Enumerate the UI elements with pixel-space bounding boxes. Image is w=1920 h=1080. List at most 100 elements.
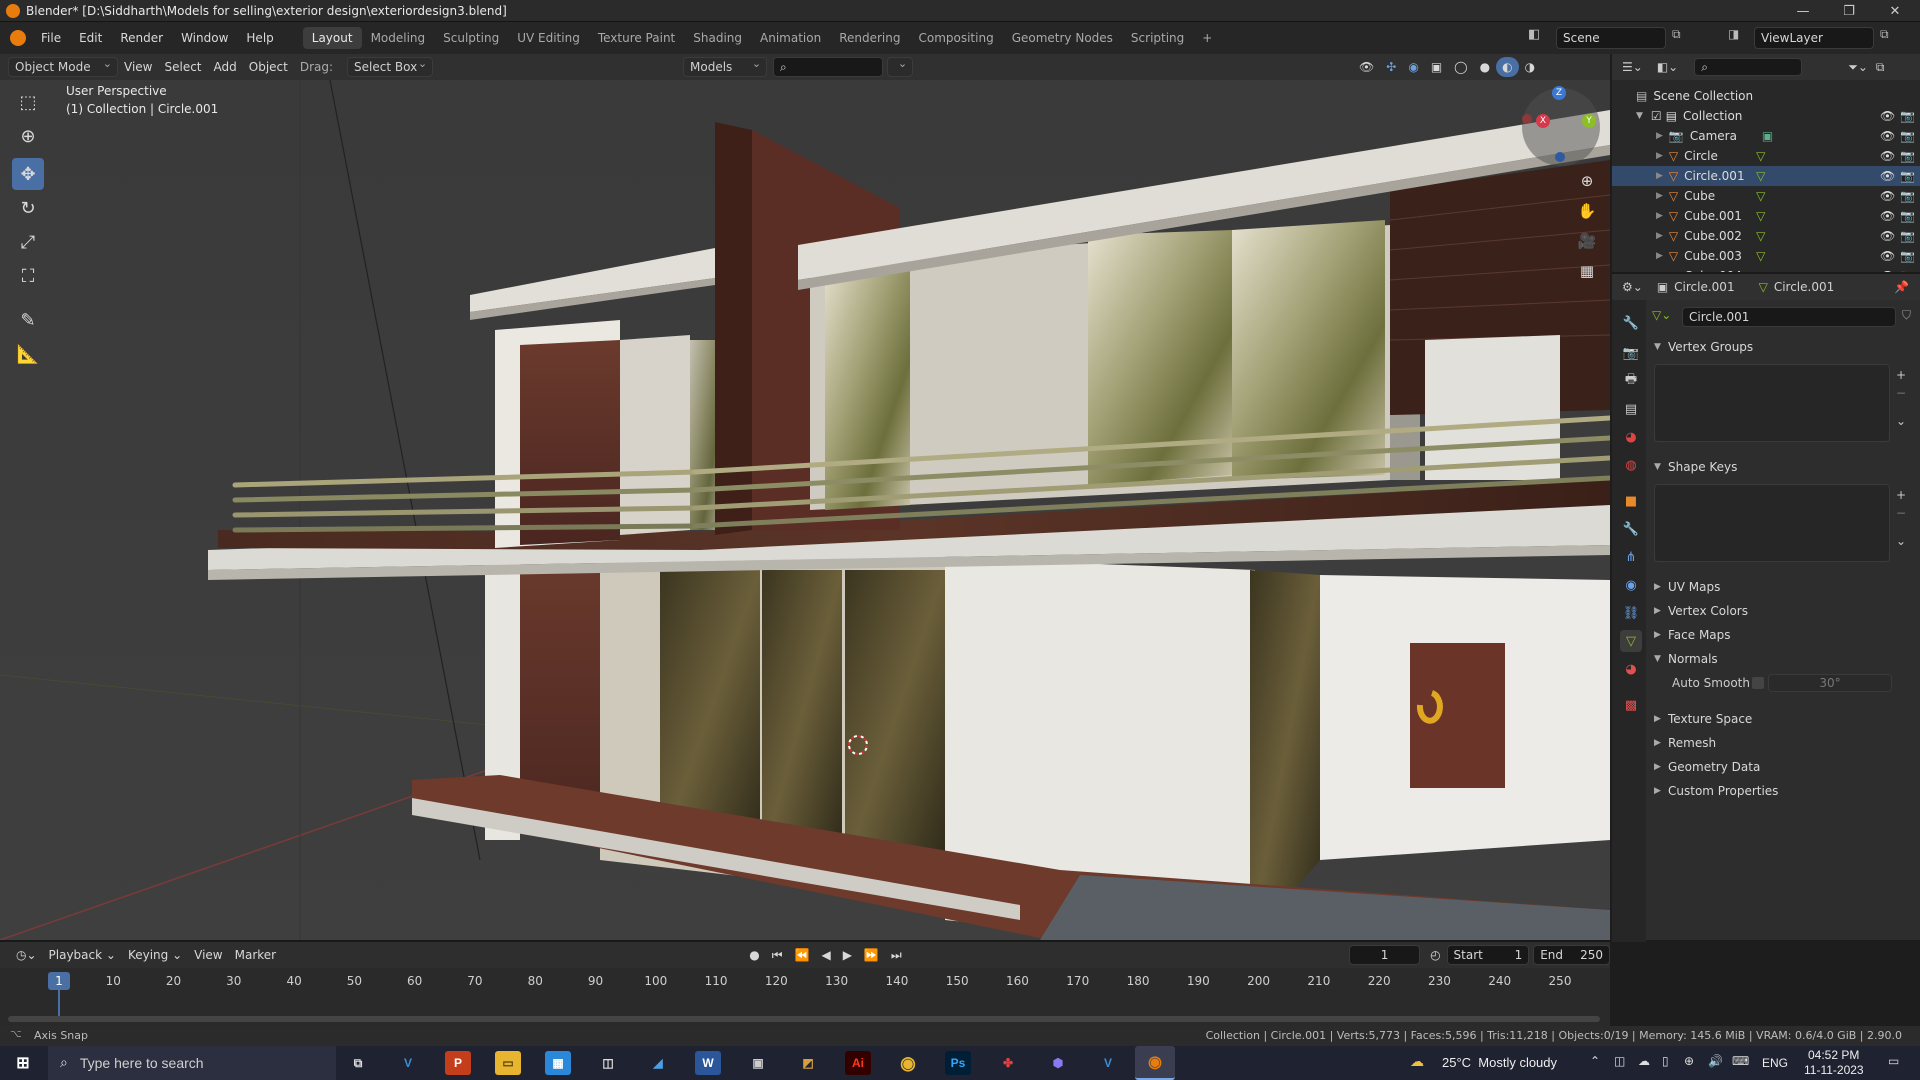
app-hex-icon[interactable]: ⬢	[1045, 1051, 1071, 1075]
weather-text[interactable]: 25°C Mostly cloudy	[1442, 1055, 1557, 1070]
panel-face-maps[interactable]: ▶ Face Maps	[1648, 624, 1920, 646]
mesh-name-field[interactable]: Circle.001	[1682, 307, 1896, 327]
tab-sculpting[interactable]: Sculpting	[434, 27, 508, 49]
app-window-icon[interactable]: ▣	[745, 1051, 771, 1075]
panel-normals[interactable]: ▼ Normals	[1648, 648, 1920, 670]
menu-view[interactable]: View	[118, 57, 158, 77]
panel-texture-space[interactable]: ▶ Texture Space	[1648, 708, 1920, 730]
shape-keys-list[interactable]	[1654, 484, 1890, 562]
clock-time[interactable]: 04:52 PM	[1808, 1048, 1859, 1062]
outliner-item[interactable]: ▶ ▽ Circle ▽ 👁 📷	[1612, 146, 1920, 166]
tab-uv-editing[interactable]: UV Editing	[508, 27, 589, 49]
app-pin-icon[interactable]: ✤	[995, 1051, 1021, 1075]
notifications-icon[interactable]: ▭	[1888, 1054, 1899, 1068]
tool-tab-icon[interactable]: 🔧	[1620, 312, 1642, 334]
tray-chevron-icon[interactable]: ⌃	[1590, 1054, 1600, 1068]
timeline-scrollbar[interactable]	[8, 1016, 1600, 1022]
tab-animation[interactable]: Animation	[751, 27, 830, 49]
move-tool[interactable]: ✥	[12, 158, 44, 190]
gizmo-y-axis[interactable]: Y	[1582, 114, 1596, 128]
blender-menu-icon[interactable]	[10, 30, 26, 46]
windows-start-icon[interactable]: ⊞	[10, 1051, 36, 1075]
add-vertex-group-icon[interactable]: +	[1896, 368, 1906, 382]
close-button[interactable]: ✕	[1872, 0, 1918, 22]
new-collection-icon[interactable]: ⧉	[1876, 60, 1885, 75]
render-camera-icon[interactable]: 📷	[1900, 209, 1915, 223]
maximize-button[interactable]: ❐	[1826, 0, 1872, 22]
expand-arrow-icon[interactable]: ▶	[1656, 171, 1663, 181]
remove-vertex-group-icon[interactable]: −	[1896, 386, 1906, 400]
camera-data-icon[interactable]: ▣	[1762, 129, 1773, 143]
outliner-item[interactable]: ▶ ▽ Cube ▽ 👁 📷	[1612, 186, 1920, 206]
powerpoint-icon[interactable]: P	[445, 1051, 471, 1075]
expand-arrow-icon[interactable]: ▶	[1656, 151, 1663, 161]
overlay-toggle-icon[interactable]: ◉	[1402, 57, 1424, 77]
mesh-data-icon[interactable]: ▽	[1756, 169, 1765, 183]
menu-marker[interactable]: Marker	[229, 945, 282, 965]
collection-row[interactable]: ▼ ☑ ▤ Collection 👁 📷	[1612, 106, 1920, 126]
tab-geometry-nodes[interactable]: Geometry Nodes	[1003, 27, 1122, 49]
render-camera-icon[interactable]: 📷	[1900, 189, 1915, 203]
onedrive-icon[interactable]: ☁	[1638, 1054, 1650, 1068]
render-camera-icon[interactable]: 📷	[1900, 229, 1915, 243]
store-icon[interactable]: ◫	[595, 1051, 621, 1075]
render-camera-icon[interactable]: 📷	[1900, 129, 1915, 143]
display-mode-icon[interactable]: ◧⌄	[1657, 60, 1678, 74]
visibility-eye-icon[interactable]: 👁	[1880, 169, 1895, 183]
auto-smooth-angle-field[interactable]: 30°	[1768, 674, 1892, 692]
render-camera-icon[interactable]: 📷	[1900, 109, 1915, 123]
physics-tab-icon[interactable]: ◉	[1620, 574, 1642, 596]
cursor-tool[interactable]: ⊕	[12, 120, 44, 152]
rotate-tool[interactable]: ↻	[12, 192, 44, 224]
menu-keying[interactable]: Keying ⌄	[122, 945, 188, 965]
current-frame-field[interactable]: 1	[1349, 945, 1421, 965]
panel-uv-maps[interactable]: ▶ UV Maps	[1648, 576, 1920, 598]
mesh-data-icon[interactable]: ▽	[1756, 229, 1765, 243]
menu-edit[interactable]: Edit	[70, 22, 111, 54]
app-icon[interactable]: ◢	[645, 1051, 671, 1075]
mesh-data-tab-icon[interactable]: ▽	[1620, 630, 1642, 652]
word-icon[interactable]: W	[695, 1051, 721, 1075]
menu-object[interactable]: Object	[243, 57, 294, 77]
view-layer-icon[interactable]: ◨	[1728, 27, 1752, 41]
annotate-tool[interactable]: ✎	[12, 304, 44, 336]
tab-rendering[interactable]: Rendering	[830, 27, 909, 49]
menu-help[interactable]: Help	[237, 22, 282, 54]
folder-app-icon[interactable]: ◩	[795, 1051, 821, 1075]
filter-dropdown[interactable]	[887, 55, 914, 77]
new-scene-icon[interactable]: ⧉	[1672, 27, 1692, 42]
remove-shape-key-icon[interactable]: −	[1896, 506, 1906, 520]
app-v-icon[interactable]: V	[1095, 1051, 1121, 1075]
render-camera-icon[interactable]: 📷	[1900, 149, 1915, 163]
shape-key-menu-icon[interactable]: ⌄	[1896, 534, 1906, 548]
outliner-item[interactable]: ▶ ▽ Cube.002 ▽ 👁 📷	[1612, 226, 1920, 246]
mesh-data-icon[interactable]: ▽⌄	[1652, 308, 1671, 322]
chrome-icon[interactable]: ◉	[895, 1051, 921, 1075]
file-explorer-icon[interactable]: ▭	[495, 1051, 521, 1075]
navigation-gizmo[interactable]: Z X Y	[1522, 86, 1600, 166]
texture-tab-icon[interactable]: ▩	[1620, 694, 1642, 716]
taskbar-search-box[interactable]: ⌕ Type here to search	[48, 1046, 336, 1080]
keyboard-icon[interactable]: ⌨	[1732, 1054, 1749, 1068]
network-icon[interactable]: ⊕	[1684, 1054, 1694, 1068]
menu-window[interactable]: Window	[172, 22, 237, 54]
visibility-eye-icon[interactable]: 👁	[1880, 129, 1895, 143]
pin-icon[interactable]: 📌	[1894, 280, 1909, 294]
calculator-icon[interactable]: ▦	[545, 1051, 571, 1075]
pan-hand-icon[interactable]: ✋	[1574, 198, 1600, 224]
gizmo-z-axis[interactable]: Z	[1552, 86, 1566, 100]
battery-icon[interactable]: ▯	[1662, 1054, 1669, 1068]
outliner-item[interactable]: ▶ ▽ Circle.001 ▽ 👁 📷	[1612, 166, 1920, 186]
gizmo-neg-x[interactable]	[1522, 114, 1532, 124]
prev-keyframe-icon[interactable]: ⏪	[789, 945, 816, 965]
menu-add[interactable]: Add	[208, 57, 243, 77]
world-tab-icon[interactable]: ◍	[1620, 454, 1642, 476]
material-shading-icon[interactable]: ◐	[1496, 57, 1519, 77]
select-box-tool[interactable]: ⬚	[12, 86, 44, 118]
visibility-eye-icon[interactable]: 👁	[1880, 109, 1895, 123]
filter-icon[interactable]: ⏷⌄	[1848, 60, 1868, 75]
mesh-data-icon[interactable]: ▽	[1756, 189, 1765, 203]
minimize-button[interactable]: —	[1780, 0, 1826, 22]
rendered-shading-icon[interactable]: ◑	[1519, 57, 1541, 77]
menu-timeline-view[interactable]: View	[188, 945, 228, 965]
